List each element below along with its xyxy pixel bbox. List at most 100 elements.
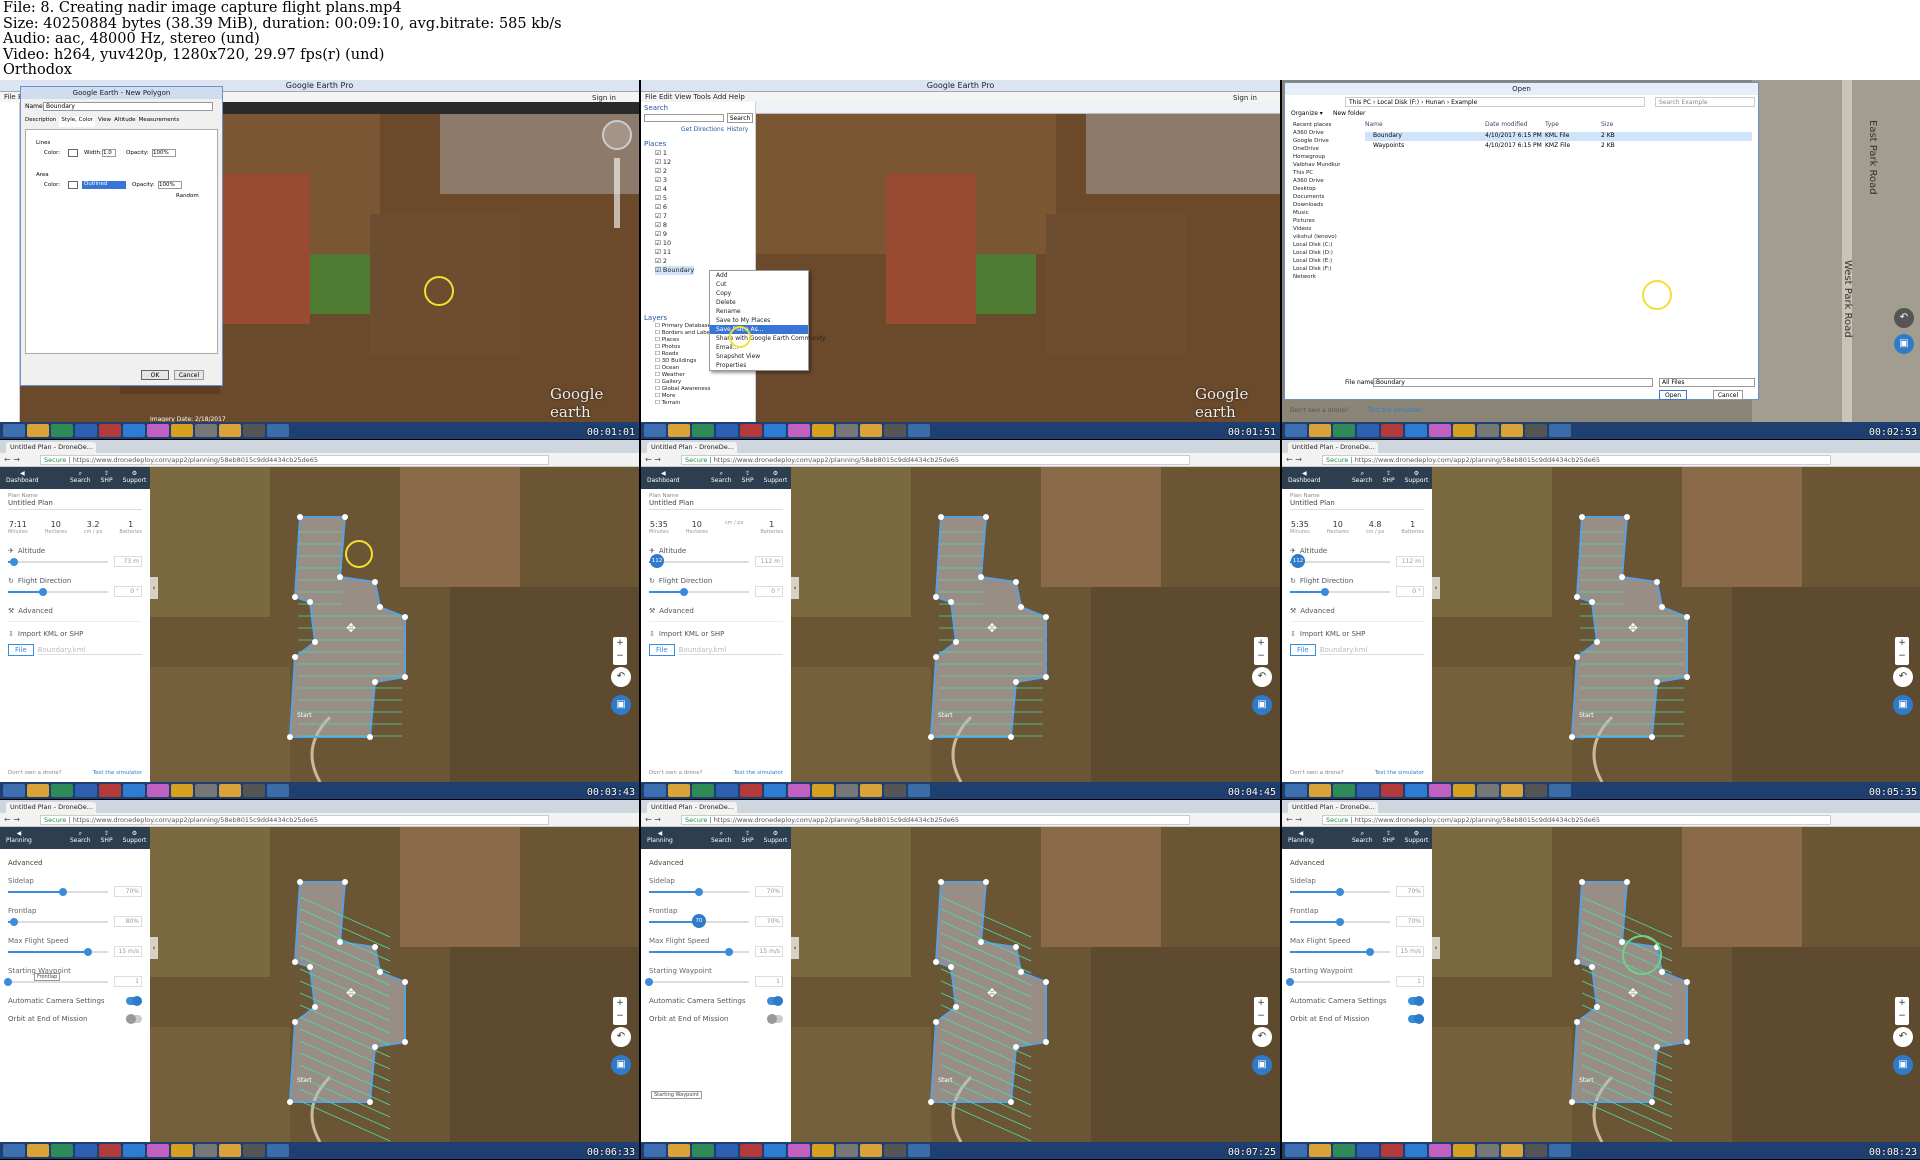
- direction-slider-knob[interactable]: [1321, 588, 1329, 596]
- folder-icon[interactable]: [27, 1144, 49, 1157]
- media-icon[interactable]: [1381, 1144, 1403, 1157]
- layer-item[interactable]: ☐ Photos: [655, 344, 715, 351]
- gimp-icon[interactable]: [1477, 784, 1499, 797]
- place-item[interactable]: ☑ 5: [655, 194, 694, 203]
- place-item[interactable]: ☑ 2: [655, 257, 694, 266]
- frontlap-slider-value[interactable]: 70%: [755, 916, 783, 927]
- polygon-vertex[interactable]: [1043, 614, 1049, 620]
- polygon-vertex[interactable]: [402, 614, 408, 620]
- explorer-icon[interactable]: [219, 1144, 241, 1157]
- earth-icon[interactable]: [267, 424, 289, 437]
- tab-altitude[interactable]: Altitude: [114, 117, 136, 127]
- save-icon[interactable]: ▣: [1252, 1055, 1272, 1075]
- checkbox-icon[interactable]: ☑: [655, 239, 661, 247]
- checkbox-icon[interactable]: ☐: [655, 358, 660, 364]
- organize-button[interactable]: Organize ▾: [1291, 110, 1323, 117]
- polygon-vertex[interactable]: [342, 879, 348, 885]
- place-item[interactable]: ☑ 4: [655, 185, 694, 194]
- checkbox-icon[interactable]: ☐: [655, 379, 660, 385]
- satellite-map[interactable]: ✥ Start + − ↶ ▣ ‹: [1432, 827, 1920, 1142]
- polygon-vertex[interactable]: [1013, 679, 1019, 685]
- tablet-icon[interactable]: [243, 1144, 265, 1157]
- plan-name[interactable]: Untitled Plan: [1290, 499, 1424, 510]
- nav-item[interactable]: Downloads: [1293, 201, 1353, 209]
- zoom-control[interactable]: + −: [1254, 997, 1268, 1025]
- satellite-map[interactable]: ✥ Start + − ↶ ▣ ‹: [150, 467, 639, 782]
- earth-icon[interactable]: [908, 1144, 930, 1157]
- nav-icons[interactable]: ← →: [1286, 815, 1302, 824]
- satellite-map[interactable]: ✥ Start + − ↶ ▣ ‹: [150, 827, 639, 1142]
- polygon-vertex[interactable]: [978, 939, 984, 945]
- col-date[interactable]: Date modified: [1485, 121, 1545, 130]
- chrome-icon[interactable]: [1453, 1144, 1475, 1157]
- browser-tab[interactable]: Untitled Plan - DroneDe...: [1288, 442, 1378, 453]
- open-button[interactable]: Open: [1659, 390, 1687, 400]
- context-menu-item[interactable]: Copy: [710, 289, 808, 298]
- polygon-vertex[interactable]: [1579, 879, 1585, 885]
- gimp-icon[interactable]: [1477, 424, 1499, 437]
- collapse-panel-icon[interactable]: ‹: [791, 937, 799, 959]
- excel-icon[interactable]: [51, 784, 73, 797]
- context-menu-item[interactable]: Share with Google Earth Community: [710, 334, 826, 343]
- polygon-vertex[interactable]: [1043, 979, 1049, 985]
- search-tool[interactable]: ⌕ Search: [70, 470, 91, 484]
- move-icon[interactable]: ✥: [987, 986, 997, 1000]
- word-icon[interactable]: [1357, 784, 1379, 797]
- context-menu-item[interactable]: Cut: [710, 280, 808, 289]
- polygon-vertex[interactable]: [1649, 1099, 1655, 1105]
- checkbox-icon[interactable]: ☐: [655, 330, 660, 336]
- itunes-icon[interactable]: [788, 1144, 810, 1157]
- speed-slider-knob[interactable]: [725, 948, 733, 956]
- support-tool[interactable]: ⚙ Support: [764, 830, 788, 844]
- polygon-vertex[interactable]: [1043, 674, 1049, 680]
- save-icon[interactable]: ▣: [611, 1055, 631, 1075]
- save-icon[interactable]: ▣: [611, 695, 631, 715]
- undo-icon[interactable]: ↶: [611, 1027, 631, 1047]
- polygon-vertex[interactable]: [1579, 514, 1585, 520]
- tab-measurements[interactable]: Measurements: [139, 117, 180, 127]
- word-icon[interactable]: [75, 424, 97, 437]
- url-input[interactable]: Secure | https://www.dronedeploy.com/app…: [681, 815, 1190, 825]
- satellite-map[interactable]: ✥ Start + − ↶ ▣ ‹: [1432, 467, 1920, 782]
- folder-icon[interactable]: [27, 784, 49, 797]
- waypoint-slider-track[interactable]: [4, 978, 108, 986]
- place-item[interactable]: ☑ Boundary: [655, 266, 695, 275]
- polygon-vertex[interactable]: [953, 639, 959, 645]
- file-name-input[interactable]: Boundary.kml: [678, 646, 783, 655]
- sidelap-slider-track[interactable]: [8, 888, 108, 896]
- polygon-vertex[interactable]: [377, 969, 383, 975]
- shp-tool[interactable]: ⇪ SHP: [742, 830, 754, 844]
- folder-icon[interactable]: [1309, 784, 1331, 797]
- direction-slider-value[interactable]: 0 °: [1396, 586, 1424, 597]
- polygon-vertex[interactable]: [983, 514, 989, 520]
- explorer-icon[interactable]: [1501, 424, 1523, 437]
- checkbox-icon[interactable]: ☐: [655, 337, 660, 343]
- col-size[interactable]: Size: [1601, 121, 1631, 130]
- checkbox-icon[interactable]: ☑: [655, 167, 661, 175]
- polygon-vertex[interactable]: [1589, 599, 1595, 605]
- polygon-vertex[interactable]: [1569, 1099, 1575, 1105]
- undo-icon[interactable]: ↶: [1893, 667, 1913, 687]
- earth-icon[interactable]: [908, 784, 930, 797]
- itunes-icon[interactable]: [788, 424, 810, 437]
- polygon-vertex[interactable]: [292, 1019, 298, 1025]
- frontlap-slider-value[interactable]: 80%: [114, 916, 142, 927]
- tab-description[interactable]: Description: [25, 117, 56, 127]
- sidelap-slider-knob[interactable]: [1336, 888, 1344, 896]
- orbit-toggle[interactable]: [767, 1014, 783, 1024]
- start-icon[interactable]: [1285, 424, 1307, 437]
- polygon-vertex[interactable]: [367, 1099, 373, 1105]
- file-button[interactable]: File: [649, 644, 675, 656]
- place-item[interactable]: ☑ 11: [655, 248, 694, 257]
- polygon-vertex[interactable]: [287, 734, 293, 740]
- earth-icon[interactable]: [1549, 424, 1571, 437]
- speed-slider-knob[interactable]: [1366, 948, 1374, 956]
- polygon-vertex[interactable]: [933, 654, 939, 660]
- polygon-vertex[interactable]: [978, 574, 984, 580]
- checkbox-icon[interactable]: ☐: [655, 400, 660, 406]
- polygon-vertex[interactable]: [933, 1019, 939, 1025]
- polygon-vertex[interactable]: [1018, 969, 1024, 975]
- checkbox-icon[interactable]: ☐: [655, 365, 660, 371]
- polygon-vertex[interactable]: [1008, 734, 1014, 740]
- waypoint-slider-knob[interactable]: [645, 978, 653, 986]
